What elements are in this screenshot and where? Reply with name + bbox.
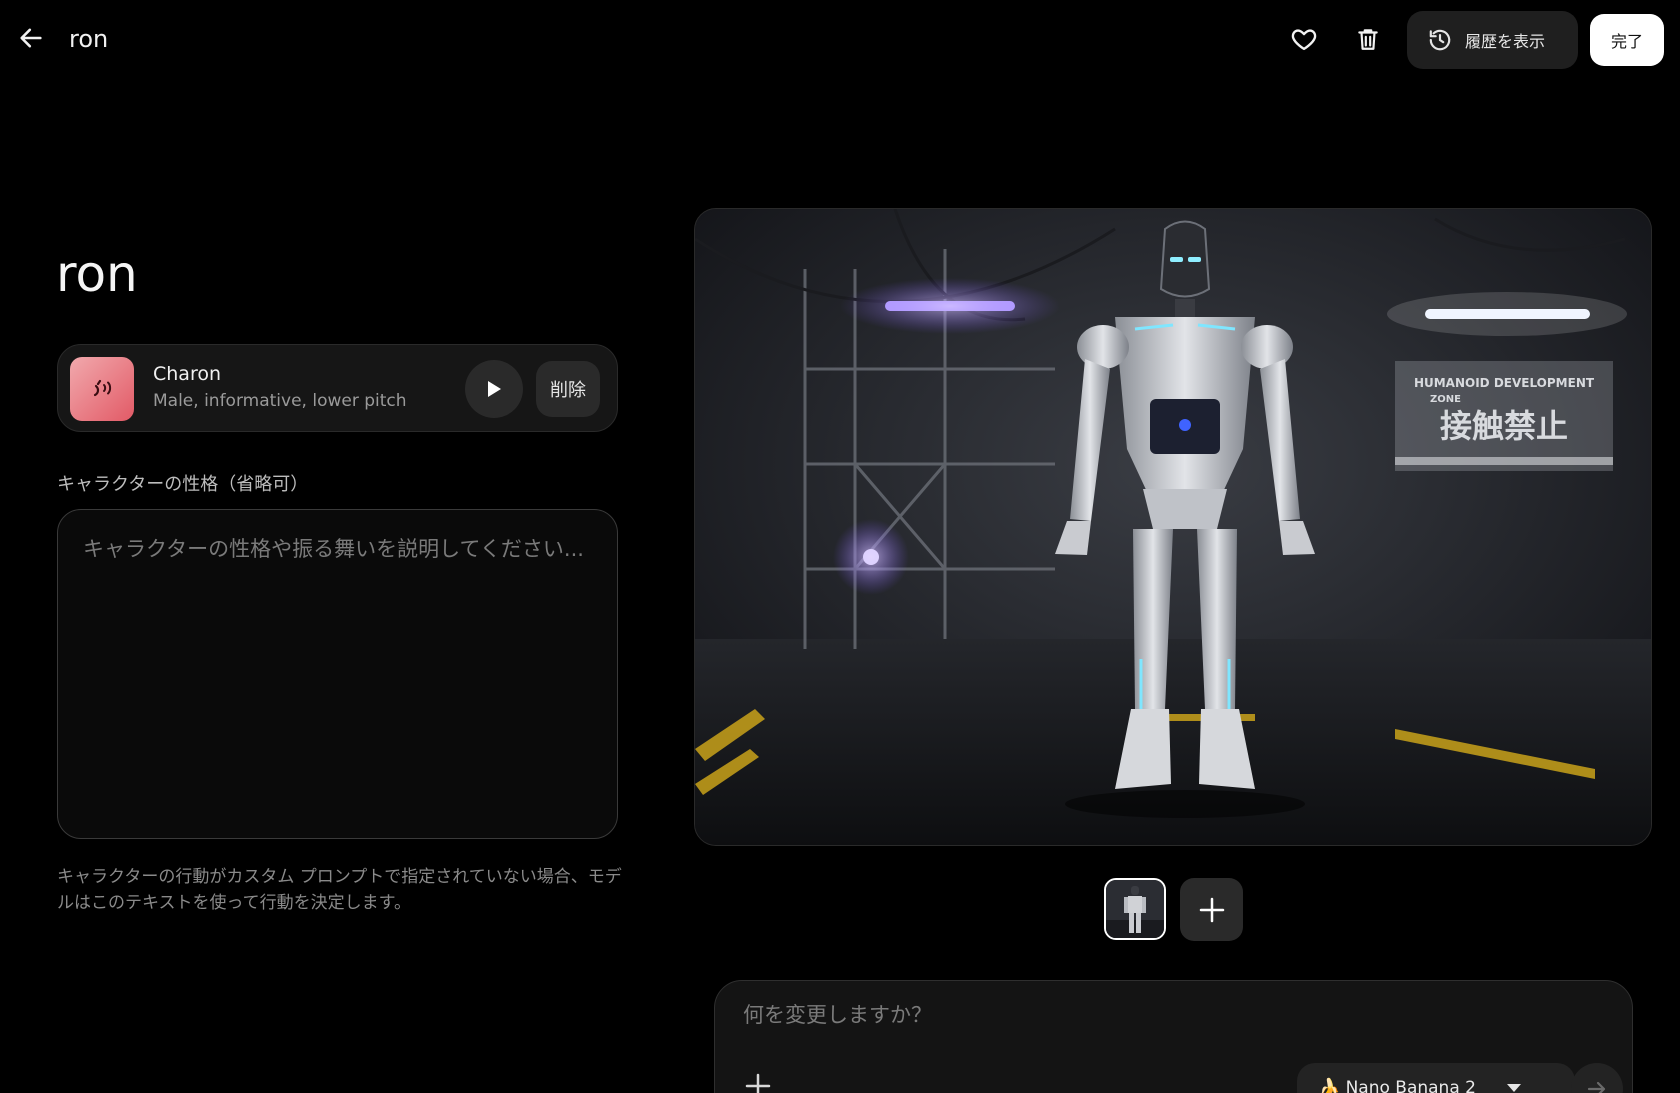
voice-description: Male, informative, lower pitch: [153, 391, 407, 411]
character-preview-image: HUMANOID DEVELOPMENT ZONE 接触禁止: [694, 208, 1652, 846]
plus-icon: [745, 1073, 771, 1093]
voice-avatar: [70, 357, 134, 421]
image-thumbnail-selected[interactable]: [1104, 878, 1166, 940]
send-button[interactable]: [1571, 1063, 1623, 1093]
show-history-button[interactable]: 履歴を表示: [1407, 11, 1578, 69]
remove-voice-button[interactable]: 削除: [536, 361, 600, 417]
personality-label: キャラクターの性格（省略可）: [57, 474, 309, 495]
delete-button[interactable]: [1348, 19, 1388, 59]
back-button[interactable]: [12, 19, 50, 57]
sign-line-3: 接触禁止: [1440, 407, 1568, 445]
arrow-right-icon: [1587, 1081, 1606, 1093]
add-image-button[interactable]: [1180, 878, 1243, 941]
thumbnail-illustration: [1106, 880, 1164, 938]
header-title: ron: [69, 25, 109, 53]
top-bar: ron 履歴を表示 完了: [0, 0, 1680, 80]
sign-line-2: ZONE: [1430, 394, 1461, 405]
character-name: ron: [56, 245, 138, 303]
trash-icon: [1358, 29, 1378, 50]
show-history-label: 履歴を表示: [1465, 32, 1546, 51]
model-selector[interactable]: 🍌 Nano Banana 2: [1297, 1063, 1575, 1093]
personality-field: [57, 509, 618, 839]
play-icon: [488, 381, 501, 397]
done-button[interactable]: 完了: [1590, 14, 1664, 66]
plus-icon: [1199, 897, 1224, 922]
personality-textarea[interactable]: [83, 534, 593, 824]
personality-helper-text: キャラクターの行動がカスタム プロンプトで指定されていない場合、モデルはこのテキ…: [57, 867, 622, 913]
voice-card: Charon Male, informative, lower pitch 削除: [57, 344, 618, 432]
edit-prompt-input[interactable]: [743, 1003, 1593, 1027]
heart-outline-icon: [1291, 29, 1317, 51]
edit-prompt-box: 🍌 Nano Banana 2: [714, 980, 1633, 1093]
favorite-button[interactable]: [1284, 19, 1324, 59]
robot-scene-illustration: HUMANOID DEVELOPMENT ZONE 接触禁止: [695, 209, 1651, 845]
sign-line-1: HUMANOID DEVELOPMENT: [1414, 376, 1595, 390]
model-selector-label: 🍌 Nano Banana 2: [1319, 1078, 1476, 1093]
play-voice-button[interactable]: [465, 360, 523, 418]
arrow-left-icon: [20, 28, 42, 48]
caret-down-icon: [1506, 1084, 1521, 1092]
voice-name: Charon: [153, 363, 222, 385]
voice-wave-icon: [93, 379, 112, 397]
attach-button[interactable]: [743, 1071, 773, 1093]
history-clock-icon: [1429, 29, 1451, 51]
